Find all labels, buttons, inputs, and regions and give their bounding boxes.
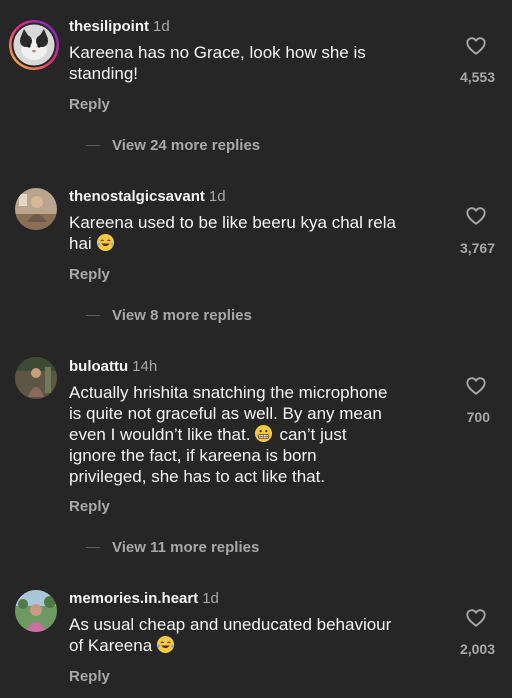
- username[interactable]: thesilipoint: [69, 18, 149, 35]
- comment-text: As usual cheap and uneducated behaviour …: [69, 615, 392, 655]
- like-count: 3,767: [459, 240, 495, 256]
- comment-header: memories.in.heart 1d: [69, 590, 219, 608]
- comment-text: Kareena has no Grace, look how she is st…: [69, 43, 366, 83]
- avatar-image-icon: [15, 590, 57, 632]
- avatar[interactable]: [15, 590, 57, 632]
- view-replies-label: View 11 more replies: [112, 538, 260, 556]
- avatar[interactable]: [15, 188, 57, 230]
- avatar[interactable]: [15, 357, 57, 399]
- username[interactable]: memories.in.heart: [69, 590, 198, 607]
- heart-icon[interactable]: [465, 607, 487, 629]
- laughing-tears-icon: [156, 635, 175, 654]
- timestamp: 14h: [132, 358, 158, 375]
- like-count: 700: [466, 409, 490, 425]
- heart-icon[interactable]: [465, 205, 487, 227]
- timestamp: 1d: [153, 18, 170, 35]
- view-replies-button[interactable]: View 8 more replies: [86, 306, 252, 324]
- comment-header: thesilipoint 1d: [69, 18, 170, 36]
- username[interactable]: thenostalgicsavant: [69, 188, 205, 205]
- timestamp: 1d: [202, 590, 219, 607]
- reply-button[interactable]: Reply: [69, 96, 110, 114]
- comment-text: Actually hrishita snatching the micropho…: [69, 383, 388, 486]
- view-replies-button[interactable]: View 11 more replies: [86, 538, 259, 556]
- like-count: 2,003: [459, 641, 495, 657]
- comment-header: buloattu 14h: [69, 358, 157, 376]
- heart-icon[interactable]: [465, 35, 487, 57]
- reply-button[interactable]: Reply: [69, 266, 110, 284]
- avatar-image-icon: [15, 188, 57, 230]
- comments-page: thesilipoint 1d Kareena has no Grace, loo…: [0, 0, 512, 698]
- divider-line: [86, 144, 100, 146]
- like-count: 4,553: [459, 69, 495, 85]
- comment-header: thenostalgicsavant 1d: [69, 188, 226, 206]
- laughing-tears-icon: [96, 233, 115, 252]
- divider-line: [86, 314, 100, 316]
- reply-button[interactable]: Reply: [69, 668, 110, 686]
- view-replies-label: View 8 more replies: [112, 306, 252, 324]
- heart-icon[interactable]: [465, 375, 487, 397]
- avatar-image-icon: [15, 357, 57, 399]
- timestamp: 1d: [208, 188, 226, 205]
- story-ring-icon: [9, 20, 59, 70]
- comment-text: Kareena used to be like beeru kya chal r…: [69, 213, 396, 253]
- reply-button[interactable]: Reply: [69, 498, 110, 516]
- view-replies-button[interactable]: View 24 more replies: [86, 136, 260, 154]
- view-replies-label: View 24 more replies: [112, 136, 261, 154]
- avatar[interactable]: [8, 19, 60, 71]
- username[interactable]: buloattu: [69, 358, 128, 375]
- grimacing-face-icon: [254, 424, 273, 443]
- divider-line: [86, 546, 100, 548]
